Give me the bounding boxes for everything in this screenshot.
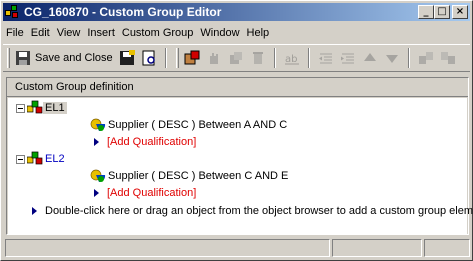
window-title: CG_160870 - Custom Group Editor <box>24 5 222 19</box>
custom-group-element-icon <box>26 151 43 167</box>
arrow-down-icon <box>384 50 400 66</box>
expand-icon <box>418 50 434 66</box>
tree-condition-row[interactable]: Supplier ( DESC ) Between C AND E <box>90 168 288 184</box>
custom-group-element-icon <box>26 100 43 116</box>
toolbar-separator <box>164 48 167 68</box>
save-and-close-label: Save and Close <box>35 52 113 64</box>
rename-icon: ab <box>284 50 300 66</box>
toolbar-grip[interactable] <box>7 48 10 68</box>
move-button[interactable] <box>203 47 225 69</box>
menu-insert[interactable]: Insert <box>84 27 118 39</box>
print-preview-button[interactable] <box>138 47 160 69</box>
app-icon <box>5 5 19 19</box>
add-element-hint: Double-click here or drag an object from… <box>45 205 473 217</box>
print-preview-icon <box>141 50 157 66</box>
duplicate-button[interactable] <box>225 47 247 69</box>
status-pane-main <box>5 239 330 257</box>
indent-icon <box>340 50 356 66</box>
rename-button[interactable]: ab <box>281 47 303 69</box>
insert-element-button[interactable] <box>181 47 203 69</box>
toolbar-separator-2 <box>273 48 276 68</box>
condition-text: Supplier ( DESC ) Between A AND C <box>108 119 288 131</box>
save-disk-icon <box>119 50 135 66</box>
status-pane-secondary <box>332 239 422 257</box>
add-element-hint-row[interactable]: Double-click here or drag an object from… <box>32 203 473 219</box>
insert-element-icon <box>184 50 200 66</box>
menu-help[interactable]: Help <box>244 27 273 39</box>
menu-bar: File Edit View Insert Custom Group Windo… <box>3 23 470 42</box>
maximize-button[interactable]: □ <box>434 5 450 19</box>
status-pane-tertiary <box>424 239 470 257</box>
custom-group-editor-window: CG_160870 - Custom Group Editor _ □ × Fi… <box>0 0 473 261</box>
collapse-toggle-icon[interactable] <box>16 154 25 164</box>
menu-view[interactable]: View <box>54 27 84 39</box>
move-down-button[interactable] <box>381 47 403 69</box>
minimize-button[interactable]: _ <box>418 5 434 19</box>
add-qualification-link[interactable]: [Add Qualification] <box>107 136 196 148</box>
toolbar-separator-3 <box>307 48 310 68</box>
toolbar-separator-4 <box>407 48 410 68</box>
menu-window[interactable]: Window <box>197 27 242 39</box>
add-qualification-link[interactable]: [Add Qualification] <box>107 187 196 199</box>
save-and-close-button[interactable]: Save and Close <box>12 47 116 69</box>
arrow-up-icon <box>362 50 378 66</box>
save-icon <box>15 50 31 66</box>
svg-text:ab: ab <box>285 54 297 65</box>
element-name[interactable]: EL2 <box>43 153 67 165</box>
outdent-button[interactable] <box>315 47 337 69</box>
status-bar <box>5 239 470 257</box>
move-up-button[interactable] <box>359 47 381 69</box>
toolbar: Save and Close ab <box>3 44 470 72</box>
menu-file[interactable]: File <box>3 27 27 39</box>
attribute-qualification-icon <box>90 117 106 133</box>
outdent-icon <box>318 50 334 66</box>
panel-header: Custom Group definition <box>7 78 468 97</box>
tree-add-qualification-row[interactable]: [Add Qualification] <box>94 185 196 201</box>
custom-group-definition-panel: Custom Group definition EL1 Supplier ( D… <box>6 77 473 235</box>
menu-custom-group[interactable]: Custom Group <box>119 27 197 39</box>
hand-icon <box>206 50 222 66</box>
delete-button[interactable] <box>247 47 269 69</box>
indent-button[interactable] <box>337 47 359 69</box>
tree-element-row[interactable]: EL2 <box>16 151 67 167</box>
expand-button[interactable] <box>415 47 437 69</box>
collapse-toggle-icon[interactable] <box>16 103 25 113</box>
close-button[interactable]: × <box>452 5 468 19</box>
triangle-bullet-icon <box>94 189 99 197</box>
tree-condition-row[interactable]: Supplier ( DESC ) Between A AND C <box>90 117 287 133</box>
title-bar: CG_160870 - Custom Group Editor _ □ × <box>3 3 470 21</box>
save-button[interactable] <box>116 47 138 69</box>
duplicate-icon <box>228 50 244 66</box>
triangle-bullet-icon <box>94 138 99 146</box>
collapse-icon <box>440 50 456 66</box>
toolbar-grip-2[interactable] <box>175 48 179 68</box>
collapse-button[interactable] <box>437 47 459 69</box>
element-name[interactable]: EL1 <box>43 102 67 114</box>
tree-add-qualification-row[interactable]: [Add Qualification] <box>94 134 196 150</box>
condition-text: Supplier ( DESC ) Between C AND E <box>108 170 289 182</box>
menu-edit[interactable]: Edit <box>28 27 53 39</box>
delete-icon <box>250 50 266 66</box>
attribute-qualification-icon <box>90 168 106 184</box>
tree-element-row[interactable]: EL1 <box>16 100 67 116</box>
definition-tree[interactable]: EL1 Supplier ( DESC ) Between A AND C [A… <box>8 98 473 234</box>
triangle-bullet-icon <box>32 207 37 215</box>
